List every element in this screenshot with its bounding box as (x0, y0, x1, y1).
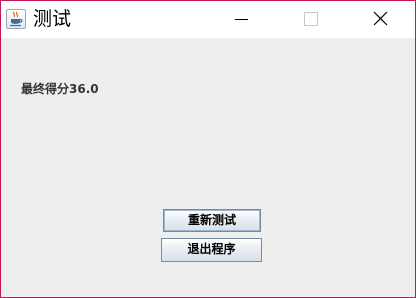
app-window: 测试 最终得分36.0 重新测试 退出程序 (0, 0, 416, 298)
java-coffee-icon[interactable] (6, 9, 26, 29)
minimize-icon (235, 19, 248, 20)
final-score-label: 最终得分36.0 (21, 82, 99, 96)
close-icon (373, 11, 388, 26)
window-title: 测试 (33, 8, 72, 30)
exit-program-button[interactable]: 退出程序 (161, 238, 262, 262)
maximize-button[interactable] (287, 1, 333, 38)
maximize-icon (304, 12, 318, 26)
retest-button[interactable]: 重新测试 (163, 209, 261, 232)
minimize-button[interactable] (219, 1, 265, 38)
close-button[interactable] (357, 1, 403, 38)
title-bar[interactable]: 测试 (1, 1, 415, 38)
